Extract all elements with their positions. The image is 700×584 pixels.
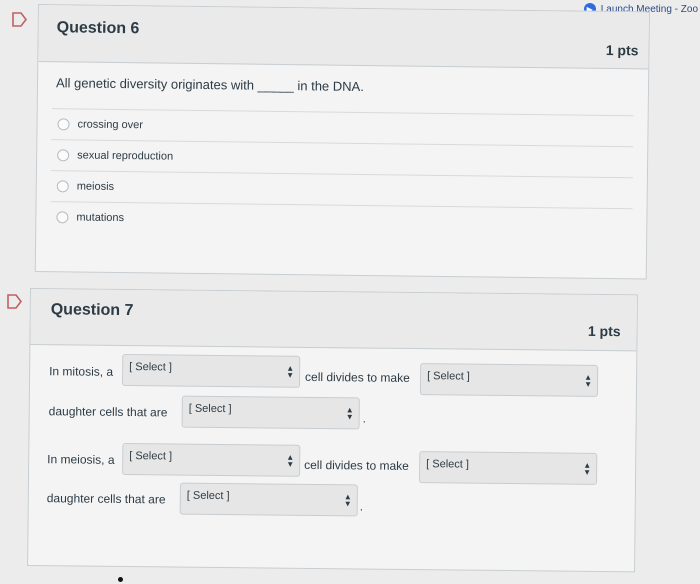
chevron-up-down-icon: ▲ ▼ [583,460,592,477]
mitosis-daughter-type-select[interactable]: [ Select ] ▲ ▼ [181,395,360,430]
chevron-up-down-icon: ▲ ▼ [343,492,352,509]
question-6-header: Question 6 1 pts [38,5,649,70]
question-7-title: Question 7 [50,301,134,320]
radio-button[interactable] [56,180,69,193]
question-7-points: 1 pts [587,322,621,340]
prompt-text-after: in the DNA. [297,78,364,94]
radio-button[interactable] [57,149,70,162]
mitosis-period: . [362,411,367,426]
question-6-title: Question 6 [56,19,140,38]
select-placeholder: [ Select ] [188,402,232,416]
question-7-header: Question 7 1 pts [30,289,637,352]
question-6-card: Question 6 1 pts All genetic diversity o… [34,4,650,280]
answer-label: meiosis [76,180,115,193]
mitosis-cell-type-select[interactable]: [ Select ] ▲ ▼ [121,353,301,388]
cursor-dot [118,577,123,582]
answer-label: mutations [76,211,125,225]
prompt-text-before: All genetic diversity originates with [55,75,255,93]
radio-button[interactable] [57,118,70,131]
chevron-up-down-icon: ▲ ▼ [345,405,354,422]
answer-option[interactable]: mutations [50,201,633,240]
meiosis-count-select[interactable]: [ Select ] ▲ ▼ [418,451,598,485]
mitosis-cell-divides: cell divides to make [305,369,410,385]
meiosis-cell-type-select[interactable]: [ Select ] ▲ ▼ [122,442,301,477]
meiosis-period: . [359,499,364,514]
mitosis-prefix: In mitosis, a [49,364,114,379]
flag-question-icon[interactable] [11,12,29,27]
radio-button[interactable] [56,211,69,224]
meiosis-daughter-type-select[interactable]: [ Select ] ▲ ▼ [179,482,358,517]
select-placeholder: [ Select ] [426,458,470,471]
meiosis-daughter-cells: daughter cells that are [46,491,166,507]
select-placeholder: [ Select ] [427,370,470,383]
meiosis-prefix: In meiosis, a [47,452,115,467]
mitosis-daughter-cells: daughter cells that are [48,404,168,420]
select-placeholder: [ Select ] [129,361,173,374]
answer-label: sexual reproduction [77,149,174,163]
meiosis-cell-divides: cell divides to make [304,457,409,473]
mitosis-count-select[interactable]: [ Select ] ▲ ▼ [419,363,599,397]
answer-label: crossing over [77,118,144,132]
question-6-points: 1 pts [605,41,639,59]
prompt-blank: _____ [257,77,294,94]
question-7-card: Question 7 1 pts In mitosis, a [ Select … [27,288,638,573]
chevron-up-down-icon: ▲ ▼ [584,372,593,389]
chevron-up-down-icon: ▲ ▼ [286,452,295,469]
question-6-prompt: All genetic diversity originates with __… [56,75,364,94]
select-placeholder: [ Select ] [129,450,173,463]
flag-question-icon[interactable] [6,294,24,309]
select-placeholder: [ Select ] [186,489,230,503]
chevron-up-down-icon: ▲ ▼ [286,363,295,380]
